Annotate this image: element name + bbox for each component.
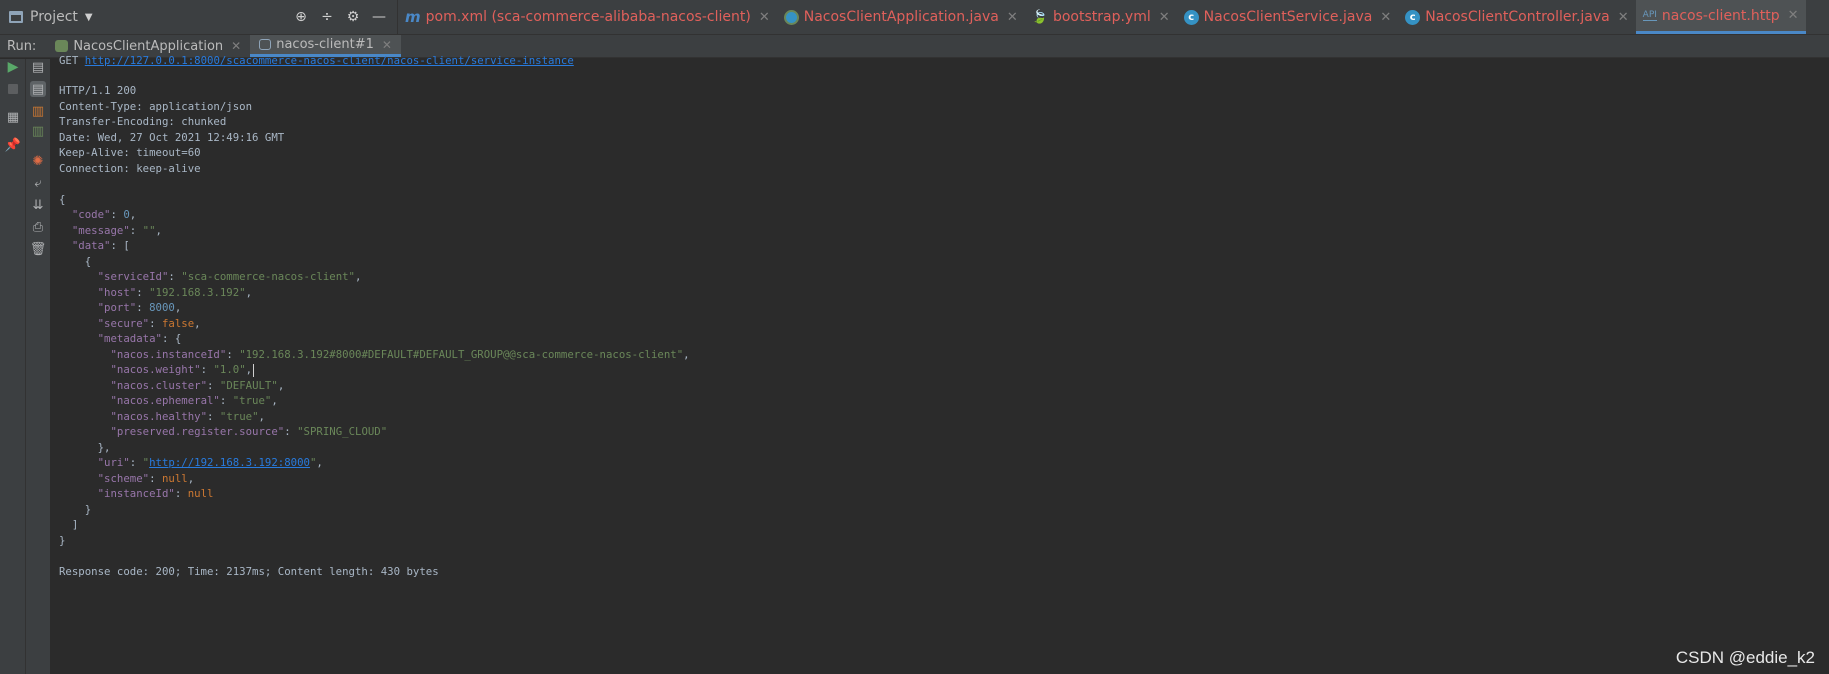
response-view-icon[interactable]: ▤ bbox=[30, 81, 46, 97]
editor-tab-bar: Project ▼ ⊕ ÷ ⚙ — m pom.xml (sca-commerc… bbox=[0, 0, 1829, 35]
http-request-icon bbox=[259, 39, 272, 50]
json-line-nacos-ephemeral: "nacos.ephemeral": "true", bbox=[110, 394, 278, 407]
editor-tab-service[interactable]: c NacosClientService.java ✕ bbox=[1177, 0, 1399, 34]
header-line: Connection: keep-alive bbox=[59, 162, 201, 175]
close-icon[interactable]: ✕ bbox=[231, 39, 241, 53]
close-icon[interactable]: ✕ bbox=[1618, 10, 1629, 25]
editor-tab-bootstrap[interactable]: 🍃 bootstrap.yml ✕ bbox=[1025, 0, 1177, 34]
json-line-port: "port": 8000, bbox=[97, 301, 182, 314]
json-line-instance-id: "instanceId": null bbox=[97, 487, 214, 500]
close-icon[interactable]: ✕ bbox=[1380, 10, 1391, 25]
close-icon[interactable]: ✕ bbox=[1159, 10, 1170, 25]
editor-tab-label: bootstrap.yml bbox=[1052, 9, 1151, 25]
close-icon[interactable]: ✕ bbox=[759, 10, 770, 25]
trash-icon[interactable]: 🗑 bbox=[30, 241, 47, 257]
header-line: Content-Type: application/json bbox=[59, 100, 253, 113]
request-url-link[interactable]: http://127.0.0.1:8000/scacommerce-nacos-… bbox=[85, 54, 574, 67]
project-icon bbox=[9, 11, 23, 23]
spring-class-icon bbox=[783, 9, 799, 25]
header-line: Transfer-Encoding: chunked bbox=[59, 115, 227, 128]
editor-tab-label: NacosClientController.java bbox=[1425, 9, 1610, 25]
json-line-data: "data": [ bbox=[71, 239, 130, 252]
class-icon: c bbox=[1183, 9, 1199, 25]
yaml-icon: 🍃 bbox=[1031, 9, 1048, 25]
scroll-to-end-icon[interactable]: ⇊ bbox=[30, 197, 46, 213]
editor-tab-label: NacosClientApplication.java bbox=[803, 9, 999, 25]
json-line-code: "code": 0, bbox=[71, 208, 137, 221]
console-toolbar: ▤ ▤ ▥ ▥ ✺ ⤶ ⇊ ⎙ 🗑 bbox=[26, 59, 51, 674]
editor-tab-application[interactable]: NacosClientApplication.java ✕ bbox=[777, 0, 1025, 34]
project-label: Project bbox=[30, 9, 78, 25]
stop-icon[interactable] bbox=[5, 81, 21, 97]
run-label: Run: bbox=[7, 38, 37, 54]
html-file-icon[interactable]: ▥ bbox=[30, 123, 46, 139]
pin-icon[interactable]: 📌 bbox=[5, 137, 21, 153]
json-line-register-source: "preserved.register.source": "SPRING_CLO… bbox=[110, 425, 388, 438]
close-icon[interactable]: ✕ bbox=[1007, 10, 1018, 25]
json-line: }, bbox=[59, 441, 111, 454]
json-line: ] bbox=[59, 518, 79, 531]
open-in-browser-icon[interactable]: ✺ bbox=[30, 153, 46, 169]
json-line-nacos-weight: "nacos.weight": "1.0", bbox=[110, 363, 255, 377]
spring-boot-icon bbox=[55, 40, 69, 52]
xml-file-icon[interactable]: ▥ bbox=[30, 103, 46, 119]
gear-icon[interactable]: ⚙ bbox=[345, 9, 361, 25]
json-line-nacos-healthy: "nacos.healthy": "true", bbox=[110, 410, 265, 423]
editor-tab-label: NacosClientService.java bbox=[1203, 9, 1373, 25]
json-line-scheme: "scheme": null, bbox=[97, 472, 195, 485]
json-brace-open: { bbox=[59, 193, 66, 206]
editor-tab-http[interactable]: API nacos-client.http ✕ bbox=[1635, 0, 1806, 34]
header-line: Date: Wed, 27 Oct 2021 12:49:16 GMT bbox=[59, 131, 285, 144]
watermark: CSDN @eddie_k2 bbox=[1675, 648, 1815, 667]
class-icon: c bbox=[1405, 9, 1421, 25]
http-file-icon: API bbox=[1642, 10, 1657, 21]
json-line-nacos-cluster: "nacos.cluster": "DEFAULT", bbox=[110, 379, 285, 392]
chevron-down-icon: ▼ bbox=[84, 11, 93, 23]
soft-wrap-icon[interactable]: ⤶ bbox=[30, 175, 46, 191]
status-line: HTTP/1.1 200 bbox=[59, 84, 137, 97]
request-line: GET http://127.0.0.1:8000/scacommerce-na… bbox=[59, 54, 574, 67]
json-line: } bbox=[59, 503, 92, 516]
uri-link[interactable]: http://192.168.3.192:8000 bbox=[149, 456, 310, 469]
locate-icon[interactable]: ⊕ bbox=[293, 9, 309, 25]
editor-tab-controller[interactable]: c NacosClientController.java ✕ bbox=[1398, 0, 1635, 34]
close-icon[interactable]: ✕ bbox=[1788, 8, 1799, 23]
json-line: { bbox=[59, 255, 92, 268]
json-line-uri: "uri": "http://192.168.3.192:8000", bbox=[97, 456, 323, 469]
run-control-toolbar: ▶ ▦ 📌 bbox=[0, 59, 26, 674]
maven-icon: m bbox=[405, 8, 421, 26]
hide-icon[interactable]: — bbox=[371, 9, 387, 25]
response-console[interactable]: GET http://127.0.0.1:8000/scacommerce-na… bbox=[52, 54, 1829, 674]
project-selector[interactable]: Project ▼ ⊕ ÷ ⚙ — bbox=[0, 0, 398, 34]
rerun-icon[interactable]: ▶ bbox=[5, 59, 21, 75]
json-line-message: "message": "", bbox=[71, 224, 162, 237]
request-history-icon[interactable]: ▤ bbox=[30, 59, 46, 75]
json-line-nacos-instance-id: "nacos.instanceId": "192.168.3.192#8000#… bbox=[110, 348, 690, 361]
run-tab-label: nacos-client#1 bbox=[276, 37, 374, 52]
header-line: Keep-Alive: timeout=60 bbox=[59, 146, 201, 159]
print-icon[interactable]: ⎙ bbox=[30, 219, 46, 235]
editor-tab-pom[interactable]: m pom.xml (sca-commerce-alibaba-nacos-cl… bbox=[398, 0, 777, 34]
collapse-icon[interactable]: ÷ bbox=[319, 9, 335, 25]
run-tab-label: NacosClientApplication bbox=[73, 38, 224, 54]
json-line-secure: "secure": false, bbox=[97, 317, 201, 330]
json-line-service-id: "serviceId": "sca-commerce-nacos-client"… bbox=[97, 270, 362, 283]
close-icon[interactable]: ✕ bbox=[382, 38, 392, 52]
json-line-metadata: "metadata": { bbox=[97, 332, 182, 345]
editor-tab-label: pom.xml (sca-commerce-alibaba-nacos-clie… bbox=[425, 9, 751, 25]
text-cursor bbox=[253, 363, 255, 377]
editor-tab-label: nacos-client.http bbox=[1661, 7, 1780, 24]
layout-icon[interactable]: ▦ bbox=[5, 109, 21, 125]
response-summary: Response code: 200; Time: 2137ms; Conten… bbox=[59, 565, 439, 578]
json-line-host: "host": "192.168.3.192", bbox=[97, 286, 253, 299]
json-brace-close: } bbox=[59, 534, 66, 547]
